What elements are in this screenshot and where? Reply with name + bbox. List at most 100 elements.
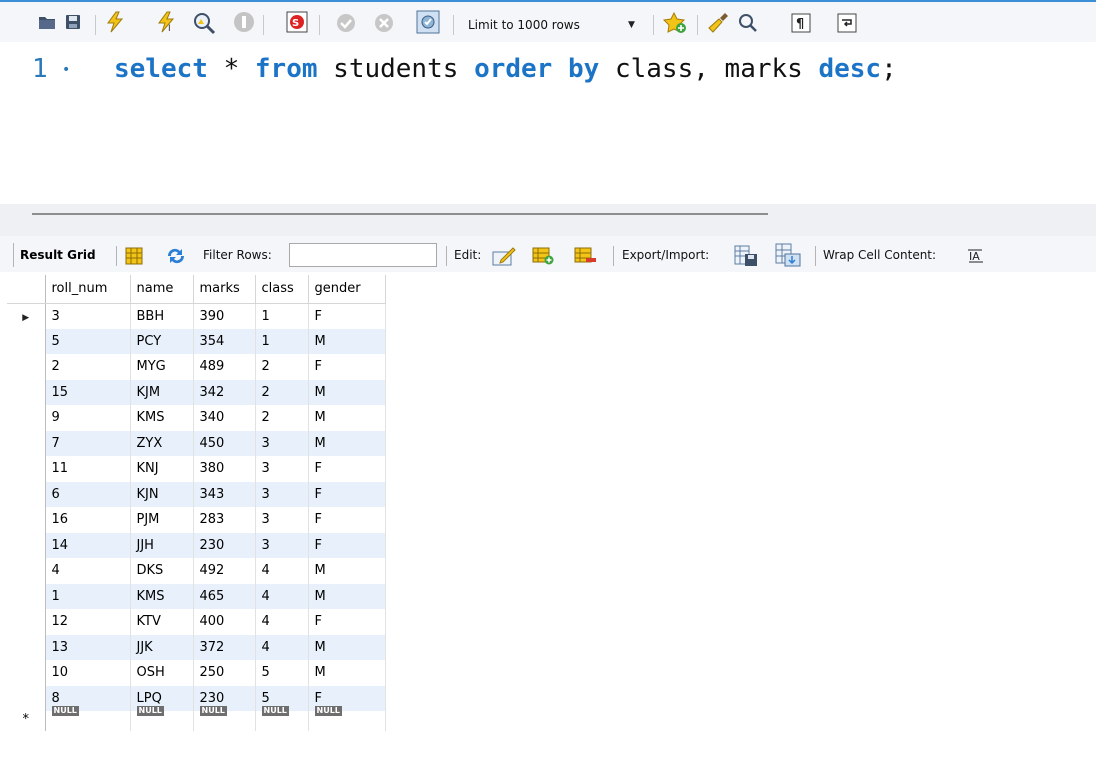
grid-cell-class[interactable]: 5 <box>255 660 309 686</box>
grid-cell-roll-num[interactable]: 10 <box>45 660 131 686</box>
commit-icon[interactable] <box>335 12 357 34</box>
new-row-placeholder[interactable]: * NULL NULL NULL NULL NULL <box>7 706 386 731</box>
grid-cell-marks[interactable]: 283 <box>193 507 256 533</box>
table-row[interactable]: 12 KTV 400 4 F <box>7 609 386 635</box>
grid-cell-new-marks[interactable]: NULL <box>193 706 256 731</box>
beautify-icon[interactable] <box>707 12 729 34</box>
grid-cell-gender[interactable]: F <box>308 303 386 329</box>
grid-cell-marks[interactable]: 450 <box>193 430 256 456</box>
grid-cell-class[interactable]: 1 <box>255 303 309 329</box>
sql-editor[interactable]: 1 • select * from students order by clas… <box>0 42 1096 204</box>
column-header-roll-num[interactable]: roll_num <box>45 275 131 304</box>
table-row[interactable]: 6 KJN 343 3 F <box>7 481 386 507</box>
table-row[interactable]: ▶ 3 BBH 390 1 F <box>7 303 386 329</box>
grid-cell-gender[interactable]: M <box>308 558 386 584</box>
grid-cell-new-class[interactable]: NULL <box>255 706 309 731</box>
grid-cell-name[interactable]: KTV <box>130 609 194 635</box>
open-sql-file-icon[interactable] <box>38 13 56 31</box>
save-script-icon[interactable] <box>64 13 82 31</box>
grid-cell-gender[interactable]: M <box>308 660 386 686</box>
grid-cell-roll-num[interactable]: 12 <box>45 609 131 635</box>
column-header-name[interactable]: name <box>130 275 194 304</box>
grid-cell-roll-num[interactable]: 6 <box>45 481 131 507</box>
grid-cell-new-name[interactable]: NULL <box>130 706 194 731</box>
grid-cell-name[interactable]: OSH <box>130 660 194 686</box>
grid-cell-class[interactable]: 4 <box>255 609 309 635</box>
grid-cell-marks[interactable]: 343 <box>193 481 256 507</box>
grid-cell-marks[interactable]: 372 <box>193 634 256 660</box>
grid-cell-class[interactable]: 4 <box>255 634 309 660</box>
table-row[interactable]: 11 KNJ 380 3 F <box>7 456 386 482</box>
table-row[interactable]: 10 OSH 250 5 M <box>7 660 386 686</box>
export-icon[interactable] <box>734 245 758 267</box>
filter-rows-input[interactable] <box>289 243 437 267</box>
row-header[interactable] <box>7 507 46 533</box>
grid-cell-class[interactable]: 2 <box>255 379 309 405</box>
explain-query-icon[interactable] <box>192 11 218 35</box>
column-header-marks[interactable]: marks <box>193 275 256 304</box>
wrap-cell-content-icon[interactable]: IA <box>966 247 986 265</box>
table-row[interactable]: 7 ZYX 450 3 M <box>7 430 386 456</box>
grid-cell-name[interactable]: DKS <box>130 558 194 584</box>
grid-cell-gender[interactable]: F <box>308 507 386 533</box>
execute-current-statement-icon[interactable]: I <box>155 11 179 33</box>
row-header[interactable] <box>7 634 46 660</box>
delete-row-icon[interactable] <box>574 246 596 266</box>
grid-cell-roll-num[interactable]: 1 <box>45 583 131 609</box>
grid-cell-name[interactable]: KMS <box>130 583 194 609</box>
grid-cell-gender[interactable]: M <box>308 583 386 609</box>
row-header[interactable] <box>7 532 46 558</box>
grid-cell-name[interactable]: KMS <box>130 405 194 431</box>
grid-cell-class[interactable]: 3 <box>255 430 309 456</box>
grid-cell-gender[interactable]: F <box>308 532 386 558</box>
grid-cell-gender[interactable]: F <box>308 456 386 482</box>
grid-cell-class[interactable]: 3 <box>255 532 309 558</box>
limit-rows-select[interactable]: Limit to 1000 rows ▼ <box>468 14 644 36</box>
row-header[interactable] <box>7 354 46 380</box>
refresh-icon[interactable] <box>164 246 188 266</box>
tab-result-grid[interactable]: Result Grid <box>13 243 102 267</box>
row-header[interactable] <box>7 685 46 711</box>
add-snippet-icon[interactable] <box>663 12 687 34</box>
add-row-icon[interactable] <box>532 246 554 266</box>
grid-cell-marks[interactable]: 489 <box>193 354 256 380</box>
grid-cell-class[interactable]: 2 <box>255 354 309 380</box>
grid-cell-class[interactable]: 3 <box>255 507 309 533</box>
find-replace-icon[interactable] <box>737 12 759 34</box>
grid-cell-gender[interactable]: M <box>308 328 386 354</box>
grid-cell-marks[interactable]: 230 <box>193 532 256 558</box>
grid-cell-roll-num[interactable]: 16 <box>45 507 131 533</box>
grid-cell-marks[interactable]: 250 <box>193 660 256 686</box>
table-row[interactable]: 16 PJM 283 3 F <box>7 507 386 533</box>
row-header[interactable] <box>7 609 46 635</box>
splitter-handle[interactable] <box>32 213 768 215</box>
grid-cell-roll-num[interactable]: 7 <box>45 430 131 456</box>
grid-cell-marks[interactable]: 380 <box>193 456 256 482</box>
sql-statement[interactable]: select * from students order by class, m… <box>114 54 897 84</box>
row-header[interactable] <box>7 328 46 354</box>
row-header[interactable] <box>7 379 46 405</box>
row-header[interactable] <box>7 481 46 507</box>
grid-cell-name[interactable]: BBH <box>130 303 194 329</box>
edit-cell-icon[interactable] <box>492 245 516 267</box>
grid-cell-class[interactable]: 4 <box>255 558 309 584</box>
grid-cell-roll-num[interactable]: 5 <box>45 328 131 354</box>
grid-cell-roll-num[interactable]: 4 <box>45 558 131 584</box>
toggle-stop-on-error-icon[interactable]: S <box>286 11 308 33</box>
grid-cell-name[interactable]: ZYX <box>130 430 194 456</box>
grid-cell-new-roll-num[interactable]: NULL <box>45 706 131 731</box>
table-row[interactable]: 1 KMS 465 4 M <box>7 583 386 609</box>
table-row[interactable]: 9 KMS 340 2 M <box>7 405 386 431</box>
grid-cell-name[interactable]: JJH <box>130 532 194 558</box>
grid-cell-marks[interactable]: 340 <box>193 405 256 431</box>
result-grid[interactable]: roll_num name marks class gender ▶ 3 BBH 39… <box>7 275 386 731</box>
grid-cell-marks[interactable]: 342 <box>193 379 256 405</box>
grid-cell-marks[interactable]: 492 <box>193 558 256 584</box>
stop-execution-icon[interactable] <box>233 11 255 33</box>
table-row[interactable]: 13 JJK 372 4 M <box>7 634 386 660</box>
table-row[interactable]: 4 DKS 492 4 M <box>7 558 386 584</box>
table-row[interactable]: 15 KJM 342 2 M <box>7 379 386 405</box>
grid-cell-new-gender[interactable]: NULL <box>308 706 386 731</box>
grid-cell-class[interactable]: 4 <box>255 583 309 609</box>
table-row[interactable]: 14 JJH 230 3 F <box>7 532 386 558</box>
